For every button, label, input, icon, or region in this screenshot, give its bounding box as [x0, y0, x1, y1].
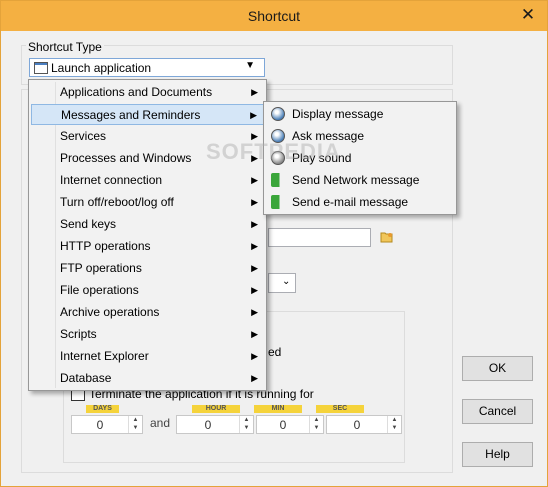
submenu-arrow-icon: ▶: [251, 175, 258, 185]
hour-label: HOUR: [192, 405, 240, 413]
window-title: Shortcut: [247, 8, 301, 24]
sec-label: SEC: [316, 405, 364, 413]
submenu-arrow-icon: ▶: [251, 219, 258, 229]
partial-option-text: ed: [268, 345, 282, 359]
submenu-arrow-icon: ▶: [251, 197, 258, 207]
menu-item-internet-explorer[interactable]: Internet Explorer ▶: [31, 346, 264, 367]
menu-item-internet-connection[interactable]: Internet connection ▶: [31, 170, 264, 191]
menu-item-scripts[interactable]: Scripts ▶: [31, 324, 264, 345]
email-arrow-icon: [271, 195, 285, 209]
menu-item-turn-off-reboot-log-off[interactable]: Turn off/reboot/log off ▶: [31, 192, 264, 213]
help-button[interactable]: Help: [462, 442, 533, 467]
submenu-arrow-icon: ▶: [251, 307, 258, 317]
menu-item-ftp-operations[interactable]: FTP operations ▶: [31, 258, 264, 279]
menu-item-label: File operations: [60, 283, 139, 297]
spin-arrows-icon[interactable]: ▲ ▼: [387, 416, 401, 433]
shortcut-type-label: Shortcut Type: [26, 40, 104, 54]
submenu-item-label: Send Network message: [292, 173, 420, 187]
menu-item-label: Internet Explorer: [60, 349, 149, 363]
submenu-item-label: Send e-mail message: [292, 195, 409, 209]
submenu-arrow-icon: ▶: [251, 241, 258, 251]
watermark-text: SOFTPEDIA: [206, 139, 341, 164]
submenu-item-send-network-message[interactable]: Send Network message: [266, 170, 454, 191]
submenu-arrow-icon: ▶: [251, 373, 258, 383]
submenu-arrow-icon: ▶: [250, 110, 257, 120]
hour-value: 0: [204, 418, 212, 432]
display-message-icon: [271, 107, 285, 121]
menu-item-label: Database: [60, 371, 112, 385]
spin-arrows-icon[interactable]: ▲ ▼: [128, 416, 142, 433]
submenu-arrow-icon: ▶: [251, 351, 258, 361]
cancel-button[interactable]: Cancel: [462, 399, 533, 424]
submenu-arrow-icon: ▶: [251, 329, 258, 339]
menu-item-label: Processes and Windows: [60, 151, 192, 165]
menu-item-database[interactable]: Database ▶: [31, 368, 264, 389]
shortcut-type-select[interactable]: Launch application ▼: [29, 58, 265, 77]
shortcut-category-menu: Applications and Documents ▶ Messages and …: [28, 79, 267, 391]
min-label: MIN: [254, 405, 302, 413]
shortcut-type-value: Launch application: [51, 61, 152, 75]
days-value: 0: [96, 418, 104, 432]
close-icon[interactable]: ✕: [521, 5, 535, 24]
browse-folder-icon[interactable]: [380, 230, 394, 243]
path-input[interactable]: [268, 228, 371, 247]
submenu-item-label: Display message: [292, 107, 384, 121]
submenu-arrow-icon: ▶: [251, 87, 258, 97]
chevron-down-icon: ▼: [245, 60, 255, 71]
sec-value: 0: [353, 418, 361, 432]
days-label: DAYS: [86, 405, 119, 413]
spin-arrows-icon[interactable]: ▲ ▼: [239, 416, 253, 433]
menu-item-label: FTP operations: [60, 261, 142, 275]
submenu-arrow-icon: ▶: [251, 263, 258, 273]
ok-button[interactable]: OK: [462, 356, 533, 381]
mode-select[interactable]: ⌄: [268, 273, 296, 293]
menu-item-label: Scripts: [60, 327, 97, 341]
spin-arrows-icon[interactable]: ▲ ▼: [309, 416, 323, 433]
min-spinner[interactable]: 0 ▲ ▼: [256, 415, 324, 434]
title-bar: Shortcut ✕: [1, 1, 547, 31]
submenu-item-send-e-mail-message[interactable]: Send e-mail message: [266, 192, 454, 213]
min-value: 0: [279, 418, 287, 432]
menu-item-label: Applications and Documents: [60, 85, 213, 99]
menu-item-messages-and-reminders[interactable]: Messages and Reminders ▶: [31, 104, 264, 125]
submenu-item-display-message[interactable]: Display message: [266, 104, 454, 125]
menu-item-label: Archive operations: [60, 305, 160, 319]
menu-item-label: HTTP operations: [60, 239, 151, 253]
and-label: and: [150, 416, 171, 430]
menu-item-label: Services: [60, 129, 107, 143]
menu-item-label: Turn off/reboot/log off: [60, 195, 174, 209]
application-icon: [34, 62, 48, 74]
menu-item-label: Messages and Reminders: [61, 108, 201, 122]
shortcut-window: Shortcut ✕ Shortcut Type Launch applicat…: [0, 0, 548, 487]
close-button[interactable]: ✕: [515, 5, 541, 25]
menu-item-label: Send keys: [60, 217, 117, 231]
menu-item-archive-operations[interactable]: Archive operations ▶: [31, 302, 264, 323]
submenu-arrow-icon: ▶: [251, 285, 258, 295]
days-spinner[interactable]: 0 ▲ ▼: [71, 415, 143, 434]
menu-item-label: Internet connection: [60, 173, 163, 187]
menu-item-send-keys[interactable]: Send keys ▶: [31, 214, 264, 235]
menu-item-file-operations[interactable]: File operations ▶: [31, 280, 264, 301]
network-arrow-icon: [271, 173, 285, 187]
sec-spinner[interactable]: 0 ▲ ▼: [326, 415, 402, 434]
menu-item-applications-and-documents[interactable]: Applications and Documents ▶: [31, 82, 264, 103]
hour-spinner[interactable]: 0 ▲ ▼: [176, 415, 254, 434]
chevron-down-icon: ⌄: [282, 276, 291, 287]
menu-item-http-operations[interactable]: HTTP operations ▶: [31, 236, 264, 257]
